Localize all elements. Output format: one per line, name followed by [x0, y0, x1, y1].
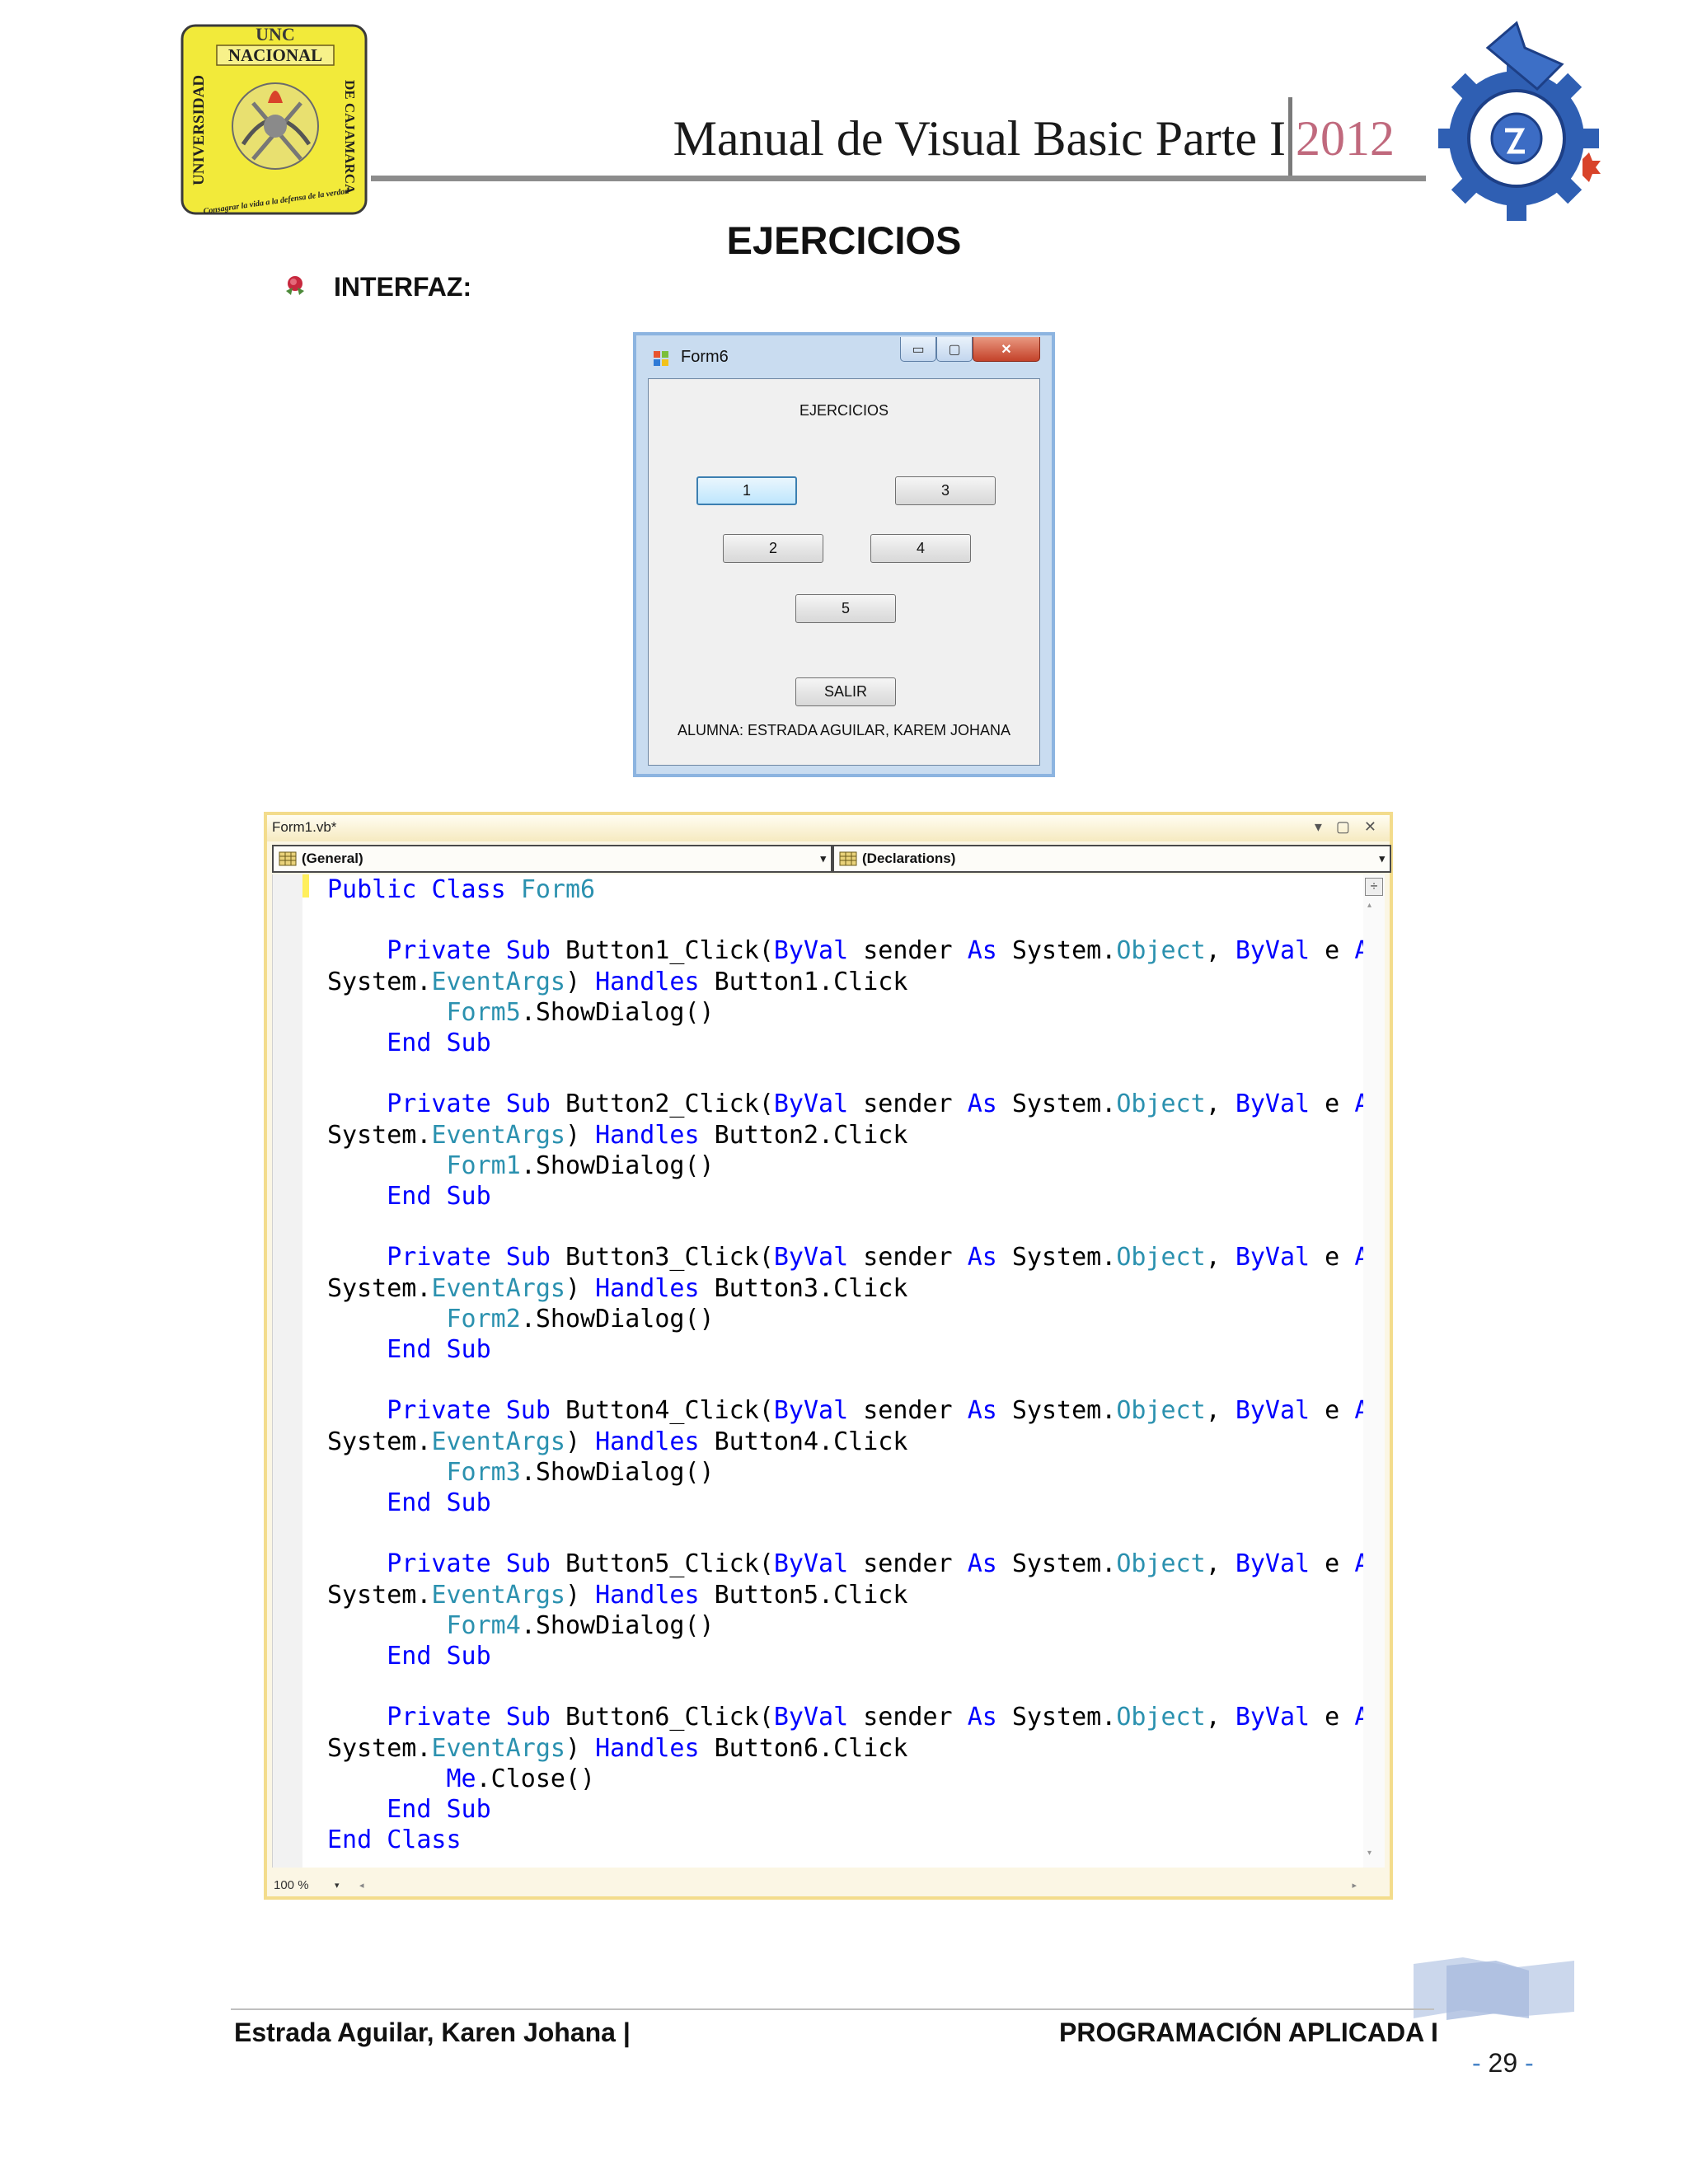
- code-line: End Sub: [387, 1795, 491, 1825]
- form6-window: Form6 ▭ ▢ ✕ EJERCICIOS 1 3 2 4 5 SALIR A…: [633, 332, 1055, 777]
- code-line: Form5.ShowDialog(): [446, 997, 715, 1027]
- close-button[interactable]: ✕: [973, 337, 1040, 362]
- code-line: Form4.ShowDialog(): [446, 1610, 715, 1640]
- page-number-value: 29: [1488, 2048, 1518, 2078]
- logo-right-text: DE CAJAMARCA: [342, 80, 358, 194]
- maximize-button[interactable]: ▢: [936, 337, 973, 362]
- button-5[interactable]: 5: [795, 594, 896, 623]
- form-heading: EJERCICIOS: [799, 402, 889, 419]
- footer-decoration: [1414, 1957, 1574, 2020]
- code-line: Private Sub Button2_Click(ByVal sender A…: [387, 1090, 1384, 1119]
- code-line: End Sub: [387, 1488, 491, 1518]
- code-line: Private Sub Button5_Click(ByVal sender A…: [387, 1549, 1384, 1579]
- vertical-scrollbar[interactable]: ÷ ▴ ▾: [1363, 874, 1385, 1868]
- section-title: EJERCICIOS: [726, 218, 962, 262]
- chevron-down-icon: ▾: [1379, 852, 1385, 865]
- code-text-area[interactable]: Public Class Form6 Private Sub Button1_C…: [272, 874, 1385, 1868]
- page-header-title: Manual de Visual Basic Parte I: [673, 111, 1286, 166]
- form6-title: Form6: [681, 348, 729, 366]
- footer-course: PROGRAMACIÓN APLICADA I: [1059, 2018, 1438, 2047]
- code-line: End Sub: [387, 1029, 491, 1058]
- code-line: System.EventArgs) Handles Button4.Click: [327, 1427, 908, 1456]
- student-label: ALUMNA: ESTRADA AGUILAR, KAREM JOHANA: [677, 722, 1011, 738]
- scroll-down-icon[interactable]: ▾: [1367, 1849, 1372, 1858]
- page-dash-left: -: [1472, 2048, 1481, 2078]
- indicator-margin: [273, 874, 302, 1868]
- logo-banner-text: NACIONAL: [228, 45, 322, 65]
- university-logo: UNC NACIONAL UNIVERSIDAD DE CAJAMARCA Co…: [181, 24, 368, 216]
- logo-left-text: UNIVERSIDAD: [190, 75, 208, 185]
- school-gear-logo: [1438, 21, 1601, 221]
- scroll-right-icon[interactable]: ▸: [1352, 1877, 1357, 1895]
- code-editor-window: Form1.vb* ▾ ▢ ✕ (General) ▾ (Declaration…: [264, 812, 1393, 1900]
- code-line: End Class: [327, 1825, 462, 1855]
- code-line: End Sub: [387, 1335, 491, 1365]
- interface-label: INTERFAZ:: [334, 272, 472, 302]
- code-lines: Public Class Form6 Private Sub Button1_C…: [327, 874, 1384, 1856]
- zoom-dropdown-icon[interactable]: ▾: [335, 1877, 340, 1895]
- header-rule: [371, 176, 1426, 181]
- class-name-value: (General): [302, 851, 363, 866]
- zoom-level[interactable]: 100 %: [274, 1877, 309, 1895]
- chevron-down-icon: ▾: [820, 852, 826, 865]
- exit-button[interactable]: SALIR: [795, 677, 896, 706]
- code-line: Private Sub Button6_Click(ByVal sender A…: [387, 1703, 1384, 1732]
- editor-dropdowns: (General) ▾ (Declarations) ▾: [272, 845, 1391, 873]
- code-line: Public Class Form6: [327, 875, 596, 904]
- code-line: End Sub: [387, 1182, 491, 1212]
- footer-author: Estrada Aguilar, Karen Johana |: [234, 2018, 631, 2047]
- editor-tab-label[interactable]: Form1.vb*: [272, 818, 336, 837]
- class-icon: [279, 851, 297, 866]
- button-3[interactable]: 3: [895, 476, 996, 505]
- form6-titlebar[interactable]: Form6 ▭ ▢ ✕: [636, 335, 1052, 375]
- code-line: Private Sub Button1_Click(ByVal sender A…: [387, 936, 1384, 966]
- code-line: System.EventArgs) Handles Button1.Click: [327, 967, 908, 996]
- scroll-left-icon[interactable]: ◂: [359, 1877, 364, 1895]
- header-year-separator: [1288, 97, 1292, 178]
- code-line: Private Sub Button3_Click(ByVal sender A…: [387, 1243, 1384, 1272]
- class-name-dropdown[interactable]: (General) ▾: [272, 845, 832, 873]
- code-line: System.EventArgs) Handles Button5.Click: [327, 1580, 908, 1610]
- button-4[interactable]: 4: [870, 534, 971, 563]
- change-tracking-bar: [302, 874, 309, 898]
- header-year: 2012: [1296, 111, 1395, 166]
- minimize-button[interactable]: ▭: [900, 337, 936, 362]
- page-dash-right: -: [1525, 2048, 1534, 2078]
- code-line: End Sub: [387, 1642, 491, 1671]
- button-1[interactable]: 1: [696, 476, 797, 505]
- button-2[interactable]: 2: [723, 534, 823, 563]
- code-line: System.EventArgs) Handles Button3.Click: [327, 1273, 908, 1303]
- scroll-up-icon[interactable]: ▴: [1367, 901, 1372, 910]
- code-line: Private Sub Button4_Click(ByVal sender A…: [387, 1396, 1384, 1426]
- method-name-dropdown[interactable]: (Declarations) ▾: [832, 845, 1391, 873]
- editor-tab-bar: Form1.vb* ▾ ▢ ✕: [267, 815, 1390, 841]
- split-handle-icon[interactable]: ÷: [1365, 878, 1383, 896]
- code-line: System.EventArgs) Handles Button6.Click: [327, 1733, 908, 1763]
- code-line: Form3.ShowDialog(): [446, 1457, 715, 1487]
- rose-bullet-icon: [286, 276, 304, 295]
- code-line: Form2.ShowDialog(): [446, 1304, 715, 1333]
- editor-tab-controls[interactable]: ▾ ▢ ✕: [1315, 817, 1381, 837]
- page-number: - 29 -: [1472, 2046, 1534, 2079]
- code-line: System.EventArgs) Handles Button2.Click: [327, 1120, 908, 1150]
- code-line: Form1.ShowDialog(): [446, 1151, 715, 1180]
- logo-top-text: UNC: [256, 24, 295, 45]
- method-name-value: (Declarations): [862, 851, 956, 866]
- footer-rule: [231, 2008, 1434, 2010]
- form-app-icon: [654, 351, 668, 366]
- code-line: Me.Close(): [446, 1764, 596, 1793]
- declarations-icon: [839, 851, 857, 866]
- form6-client-area: EJERCICIOS 1 3 2 4 5 SALIR ALUMNA: ESTRA…: [648, 378, 1040, 766]
- editor-status-bar: 100 % ▾ ◂ ▸: [267, 1875, 1390, 1896]
